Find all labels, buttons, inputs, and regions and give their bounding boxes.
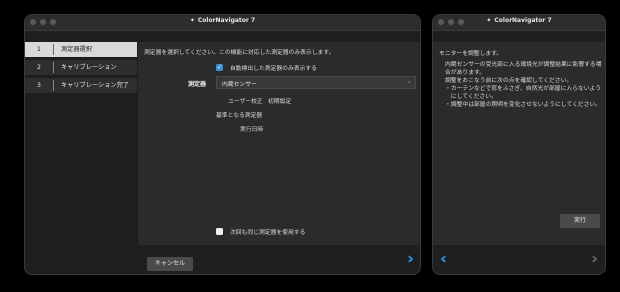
- window-title-text: ColorNavigator 7: [494, 17, 552, 24]
- calibration-label: ユーザー校正: [228, 99, 263, 105]
- instruction-line: ・カーテンなどで窓をふさぎ、自然光が部屋に入らないよう: [445, 86, 601, 92]
- title-bar[interactable]: ✦ ColorNavigator 7: [25, 15, 420, 31]
- instruction-text: 測定器を選択してください。この機能に対応した測定器のみ表示します。: [144, 50, 335, 56]
- title-bar[interactable]: ✦ ColorNavigator 7: [433, 15, 605, 31]
- main-window: ✦ ColorNavigator 7 1 測定器選択 2 キャリブレーション 3 …: [24, 14, 421, 275]
- content-panel: 測定器を選択してください。この機能に対応した測定器のみ表示します。 ✓ 自動検出…: [138, 42, 420, 274]
- detected-only-label: 自動検出した測定器のみ表示する: [230, 66, 317, 72]
- instruction-line: にしてください。: [445, 94, 497, 100]
- side-heading: モニターを調整します。: [439, 51, 503, 57]
- detected-only-checkbox-row[interactable]: ✓ 自動検出した測定器のみ表示する: [216, 63, 317, 72]
- execution-date-label: 実行日時: [240, 127, 264, 133]
- cancel-button[interactable]: キャンセル: [147, 257, 193, 271]
- step-number: 1: [37, 46, 41, 53]
- use-next-time-label: 次回も同じ測定器を使用する: [230, 230, 306, 236]
- use-next-time-checkbox[interactable]: ✓: [216, 228, 223, 235]
- step-number: 3: [37, 82, 41, 89]
- side-content-panel: モニターを調整します。 内蔵センサーの受光部に入る環境光が調整結果に影響する場 …: [433, 42, 605, 274]
- back-arrow-icon[interactable]: ‹: [440, 251, 447, 268]
- instruction-line: 合があります。: [445, 70, 485, 76]
- instruction-line: 調整をおこなう前に次の点を確認してください。: [445, 78, 573, 84]
- side-window: ✦ ColorNavigator 7 モニターを調整します。 内蔵センサーの受光部…: [432, 14, 606, 275]
- execute-button[interactable]: 実行: [560, 214, 600, 228]
- step-divider: [53, 62, 54, 73]
- chevron-down-icon: ⌄: [406, 77, 412, 85]
- device-select[interactable]: 内蔵センサー ⌄: [216, 76, 416, 89]
- step-label: キャリブレーション完了: [61, 82, 129, 89]
- step-number: 2: [37, 64, 41, 71]
- instruction-line: 内蔵センサーの受光部に入る環境光が調整結果に影響する場: [445, 62, 602, 68]
- next-arrow-icon[interactable]: ›: [407, 251, 414, 268]
- app-logo-icon: ✦: [189, 17, 195, 24]
- window-title: ✦ ColorNavigator 7: [25, 17, 420, 24]
- app-logo-icon: ✦: [486, 17, 492, 24]
- step-navigation: 1 測定器選択 2 キャリブレーション 3 キャリブレーション完了: [25, 42, 137, 96]
- side-footer: ‹ ›: [433, 245, 605, 274]
- use-next-time-checkbox-row[interactable]: ✓ 次回も同じ測定器を使用する: [216, 227, 305, 236]
- window-title: ✦ ColorNavigator 7: [433, 17, 605, 24]
- step-item-device-select[interactable]: 1 測定器選択: [25, 42, 137, 57]
- reference-device-label: 基準となる測定器: [216, 113, 263, 119]
- window-title-text: ColorNavigator 7: [197, 17, 256, 24]
- device-label: 測定器: [188, 81, 207, 88]
- side-instructions: 内蔵センサーの受光部に入る環境光が調整結果に影響する場 合があります。 調整をお…: [445, 61, 603, 109]
- device-select-value: 内蔵センサー: [222, 82, 257, 88]
- step-divider: [53, 44, 54, 55]
- calibration-value: 初期設定: [268, 99, 292, 105]
- step-item-calibration[interactable]: 2 キャリブレーション: [25, 60, 137, 75]
- main-footer: キャンセル ›: [138, 245, 420, 274]
- step-item-calibration-complete[interactable]: 3 キャリブレーション完了: [25, 78, 137, 93]
- step-label: キャリブレーション: [61, 64, 117, 71]
- detected-only-checkbox[interactable]: ✓: [216, 64, 223, 71]
- step-divider: [53, 80, 54, 91]
- step-label: 測定器選択: [61, 46, 92, 53]
- instruction-line: ・調整中は部屋の照明を変化させないようにしてください。: [445, 102, 602, 108]
- forward-arrow-icon[interactable]: ›: [591, 251, 598, 268]
